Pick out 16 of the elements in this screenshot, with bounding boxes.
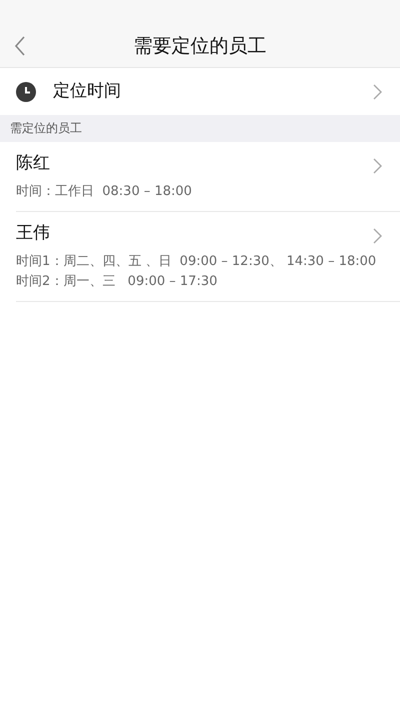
chevron-icon	[373, 158, 382, 174]
section-header: 需定位的员工	[0, 115, 400, 142]
clock-icon	[16, 82, 36, 102]
schedule-text: 时间1：周二、四、五 、日 09:00 – 12:30、 14:30 – 18:00	[16, 253, 378, 271]
schedule-text: 时间：工作日 08:30 – 18:00	[16, 183, 193, 201]
location-time-row[interactable]: 定位时间	[0, 68, 400, 115]
schedule-text: 时间2：周一、三 09:00 – 17:30	[16, 273, 218, 291]
employee-name: 陈红	[16, 152, 50, 175]
employee-row[interactable]: 陈红 时间：工作日 08:30 – 18:00	[16, 142, 400, 212]
employee-row[interactable]: 王伟 时间1：周二、四、五 、日 09:00 – 12:30、 14:30 – 18:00 时间2：周一、三 09:00 – 17:30	[16, 212, 400, 302]
employee-name: 王伟	[16, 222, 50, 245]
chevron-icon	[373, 228, 382, 244]
back-icon[interactable]	[14, 36, 26, 56]
row-label: 定位时间	[53, 80, 122, 103]
page-title: 需要定位的员工	[134, 34, 266, 59]
chevron-icon	[373, 84, 382, 100]
